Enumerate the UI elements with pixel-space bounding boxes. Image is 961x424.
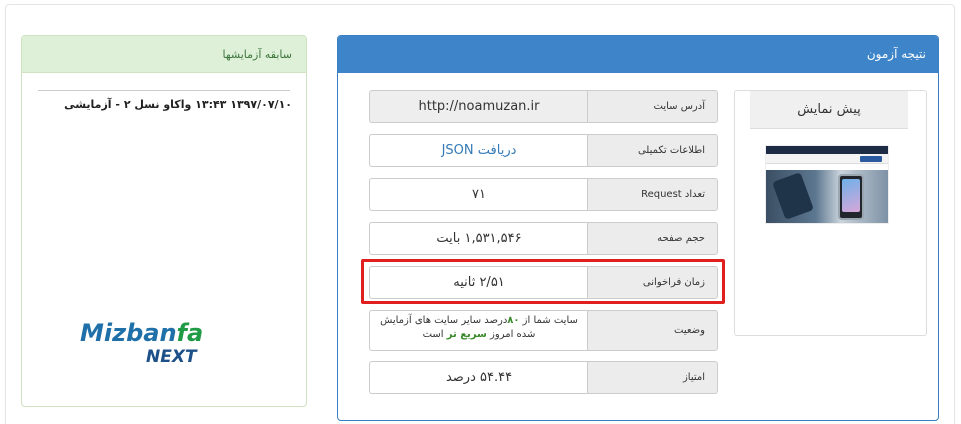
preview-box: پیش نمایش	[734, 90, 927, 336]
score-label: امتیاز	[587, 361, 718, 394]
row-page-size: ۱,۵۳۱,۵۴۶ بایت حجم صفحه	[369, 222, 718, 255]
row-request-count: ۷۱ تعداد Request	[369, 178, 718, 211]
result-panel-title: نتیجه آزمون	[338, 36, 938, 73]
site-address-label: آدرس سایت	[587, 90, 718, 123]
site-address-field[interactable]: http://noamuzan.ir	[369, 90, 588, 123]
history-item[interactable]: ۱۳۹۷/۰۷/۱۰ ۱۳:۴۳ واکاو نسل ۲ - آزمایشی	[32, 98, 292, 111]
row-score: ۵۴.۴۴ درصد امتیاز	[369, 361, 718, 394]
page-size-value: ۱,۵۳۱,۵۴۶ بایت	[369, 222, 588, 255]
highlight-box	[361, 259, 725, 304]
score-value: ۵۴.۴۴ درصد	[369, 361, 588, 394]
request-count-label: تعداد Request	[587, 178, 718, 211]
result-panel: نتیجه آزمون پیش نمایش http://noamuzan.ir…	[337, 35, 939, 421]
mizbanfa-logo: Mizbanfa NEXT	[80, 319, 204, 367]
row-status: سایت شما از ۸۰درصد سایر سایت های آزمایش …	[369, 310, 718, 351]
get-json-link[interactable]: دریافت JSON	[369, 134, 588, 167]
extra-info-label: اطلاعات تکمیلی	[587, 134, 718, 167]
status-label: وضعیت	[587, 310, 718, 351]
status-value: سایت شما از ۸۰درصد سایر سایت های آزمایش …	[369, 310, 588, 351]
history-divider	[38, 90, 290, 91]
request-count-value: ۷۱	[369, 178, 588, 211]
page-size-label: حجم صفحه	[587, 222, 718, 255]
history-panel-title: سابقه آزمایشها	[22, 36, 306, 73]
row-extra-info: دریافت JSON اطلاعات تکمیلی	[369, 134, 718, 167]
row-site-address: http://noamuzan.ir آدرس سایت	[369, 90, 718, 123]
preview-title: پیش نمایش	[750, 91, 908, 129]
preview-thumbnail[interactable]	[765, 145, 889, 224]
